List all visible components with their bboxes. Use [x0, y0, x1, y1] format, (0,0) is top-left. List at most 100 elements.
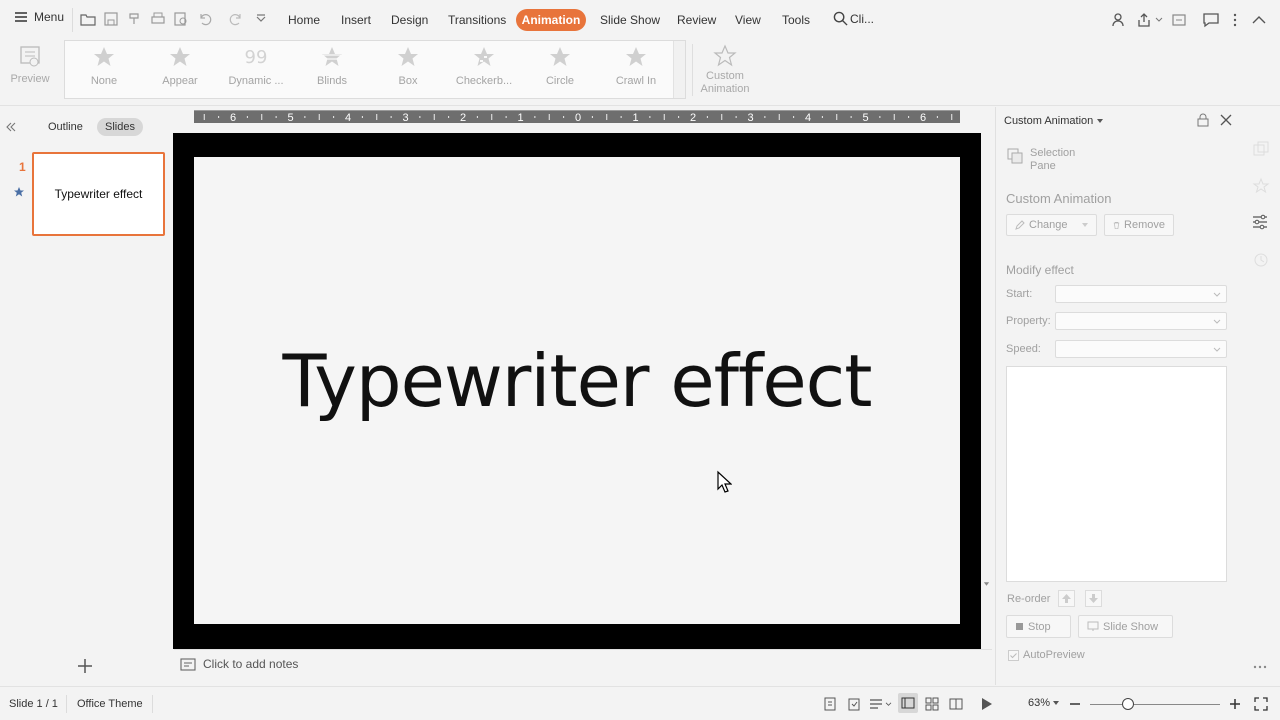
- tab-outline[interactable]: Outline: [48, 121, 83, 133]
- normal-view-icon: [901, 697, 915, 709]
- protect-icon[interactable]: [846, 696, 862, 712]
- tab-slide-show[interactable]: Slide Show: [600, 13, 660, 27]
- redo-icon[interactable]: [228, 11, 244, 27]
- normal-view-button[interactable]: [898, 693, 918, 713]
- open-folder-icon[interactable]: [80, 11, 96, 27]
- ruler-label: 6: [230, 112, 236, 123]
- customize-toolbar-icon[interactable]: [253, 11, 269, 27]
- thumbnail-text: Typewriter effect: [54, 187, 143, 201]
- zoom-dropdown[interactable]: 63%: [1028, 697, 1060, 709]
- gallery-crawl-in[interactable]: Crawl In: [601, 45, 671, 87]
- reading-view-icon[interactable]: [948, 696, 964, 712]
- collapse-pane-icon[interactable]: [6, 122, 16, 132]
- more-horizontal-icon[interactable]: [1253, 665, 1267, 669]
- print-icon[interactable]: [150, 11, 166, 27]
- ruler-label: 1: [632, 112, 638, 123]
- preview-button[interactable]: Preview: [8, 40, 52, 85]
- tab-slides[interactable]: Slides: [97, 118, 143, 136]
- tab-animation[interactable]: Animation: [516, 9, 586, 31]
- chevron-down-icon[interactable]: [885, 702, 892, 707]
- play-icon[interactable]: [978, 696, 994, 712]
- chevron-down-icon[interactable]: [1155, 17, 1163, 23]
- zoom-slider-track[interactable]: [1090, 704, 1220, 705]
- gallery-blinds[interactable]: Blinds: [297, 45, 367, 87]
- slide-thumbnail[interactable]: Typewriter effect: [32, 152, 165, 236]
- move-down-button[interactable]: [1085, 590, 1102, 607]
- slide[interactable]: Typewriter effect: [194, 157, 960, 624]
- panel-title-dropdown[interactable]: Custom Animation: [1004, 115, 1104, 127]
- tab-tools[interactable]: Tools: [782, 13, 810, 27]
- horizontal-ruler: 6 5 4 3 2 1 0 1 2 3 4 5 6: [194, 110, 960, 123]
- undo-icon[interactable]: [197, 11, 213, 27]
- start-label: Start:: [1006, 288, 1033, 300]
- tab-view[interactable]: View: [735, 13, 761, 27]
- format-painter-icon[interactable]: [127, 11, 143, 27]
- gallery-label: Circle: [545, 75, 575, 87]
- align-icon[interactable]: [868, 696, 884, 712]
- autopreview-checkbox[interactable]: AutoPreview: [1008, 649, 1085, 661]
- star-icon: [398, 47, 418, 66]
- search-icon: [833, 11, 848, 26]
- collapse-ribbon-icon[interactable]: [1170, 11, 1188, 29]
- tab-insert[interactable]: Insert: [341, 13, 371, 27]
- menu-button[interactable]: Menu: [14, 10, 64, 24]
- gallery-none[interactable]: None: [69, 45, 139, 87]
- notes-view-icon[interactable]: [822, 696, 838, 712]
- custom-animation-button[interactable]: Custom Animation: [696, 40, 754, 96]
- animation-list[interactable]: [1006, 366, 1227, 582]
- gallery-label: None: [90, 75, 118, 87]
- selection-pane-button[interactable]: Selection Pane: [1006, 147, 1080, 173]
- slide-show-button[interactable]: Slide Show: [1078, 615, 1173, 638]
- save-icon[interactable]: [103, 11, 119, 27]
- more-vertical-icon[interactable]: [1226, 11, 1244, 29]
- notes-area[interactable]: Click to add notes: [174, 649, 992, 685]
- chevron-up-icon[interactable]: [1250, 11, 1268, 29]
- zoom-out-icon[interactable]: [1069, 698, 1081, 710]
- gallery-dynamic[interactable]: 99 Dynamic ...: [221, 45, 291, 87]
- print-preview-icon[interactable]: [173, 11, 189, 27]
- zoom-in-icon[interactable]: [1229, 698, 1241, 710]
- gallery-circle[interactable]: Circle: [525, 45, 595, 87]
- close-icon[interactable]: [1220, 114, 1232, 126]
- slide-title[interactable]: Typewriter effect: [283, 339, 873, 423]
- ruler-label: 0: [575, 112, 581, 123]
- add-slide-icon[interactable]: [77, 658, 93, 674]
- slide-sorter-icon[interactable]: [924, 696, 940, 712]
- search-box[interactable]: Cli...: [833, 11, 874, 26]
- ruler-label: 5: [862, 112, 868, 123]
- hamburger-icon: [15, 12, 27, 22]
- change-button[interactable]: Change: [1006, 214, 1097, 236]
- property-select[interactable]: [1055, 312, 1227, 330]
- move-up-button[interactable]: [1058, 590, 1075, 607]
- section-title-custom-animation: Custom Animation: [1006, 191, 1112, 206]
- tab-home[interactable]: Home: [288, 13, 320, 27]
- share-icon[interactable]: [1136, 11, 1154, 29]
- fit-window-icon[interactable]: [1253, 696, 1269, 712]
- gallery-label: Appear: [162, 75, 198, 87]
- ruler-label: 1: [517, 112, 523, 123]
- settings-sliders-icon[interactable]: [1251, 213, 1269, 231]
- comment-icon[interactable]: [1202, 11, 1220, 29]
- tab-review[interactable]: Review: [677, 13, 716, 27]
- star-outline-icon[interactable]: [1252, 177, 1270, 195]
- remove-button[interactable]: Remove: [1104, 214, 1174, 236]
- speed-select[interactable]: [1055, 340, 1227, 358]
- share-user-icon[interactable]: [1110, 11, 1128, 29]
- stop-button[interactable]: Stop: [1006, 615, 1071, 638]
- gallery-checkerboard[interactable]: Checkerb...: [449, 45, 519, 87]
- gallery-box[interactable]: Box: [373, 45, 443, 87]
- tab-transitions[interactable]: Transitions: [448, 13, 506, 27]
- vertical-scrollbar[interactable]: [981, 133, 992, 649]
- ruler-label: 4: [805, 112, 811, 123]
- tab-design[interactable]: Design: [391, 13, 428, 27]
- copy-icon[interactable]: [1252, 140, 1270, 158]
- history-icon[interactable]: [1252, 251, 1270, 269]
- scroll-down-icon[interactable]: [983, 581, 990, 587]
- start-select[interactable]: [1055, 285, 1227, 303]
- gallery-appear[interactable]: Appear: [145, 45, 215, 87]
- lock-icon[interactable]: [1197, 113, 1209, 127]
- gallery-scrollbar[interactable]: [673, 41, 685, 98]
- arrow-down-icon: [1089, 594, 1098, 603]
- theme-name: Office Theme: [77, 698, 143, 710]
- zoom-slider-thumb[interactable]: [1122, 698, 1134, 710]
